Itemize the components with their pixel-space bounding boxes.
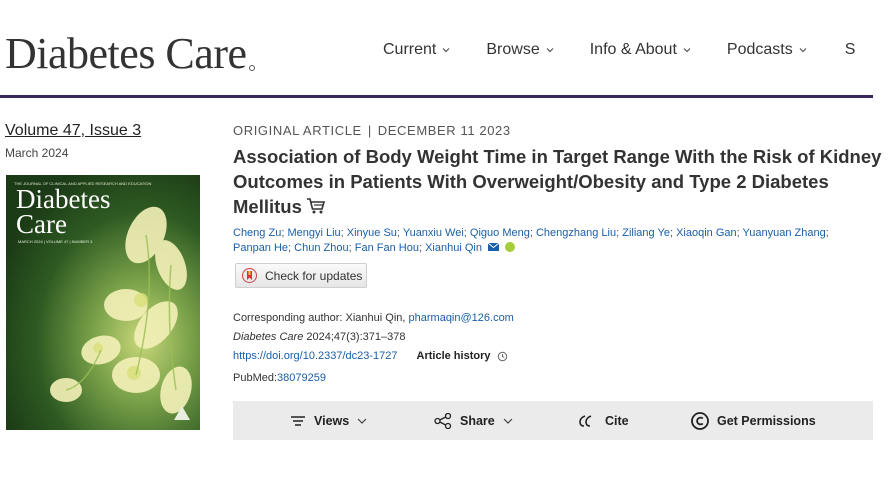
article-title: Association of Body Weight Time in Targe… [233, 144, 883, 219]
chevron-down-icon [357, 418, 367, 424]
corresponding-author: Corresponding author: Xianhui Qin, pharm… [233, 312, 514, 324]
author-link[interactable]: Panpan He [233, 242, 288, 254]
check-for-updates-label: Check for updates [265, 268, 363, 283]
nav-browse[interactable]: Browse [486, 41, 554, 59]
nav-podcasts-label: Podcasts [726, 41, 793, 58]
share-dropdown[interactable]: Share [434, 401, 513, 440]
article-kicker: ORIGINAL ARTICLE | DECEMBER 11 2023 [233, 123, 511, 138]
author-link[interactable]: Ziliang Ye [622, 227, 670, 239]
author-link[interactable]: Cheng Zu [233, 227, 281, 239]
author-link[interactable]: Xinyue Su [347, 227, 397, 239]
citation-detail: 2024;47(3):371–378 [306, 331, 406, 343]
article-title-text: Association of Body Weight Time in Targe… [233, 146, 882, 217]
mail-icon[interactable] [488, 243, 499, 251]
citation-line: Diabetes Care 2024;47(3):371–378 [233, 331, 405, 343]
corresponding-author-label: Corresponding author: Xianhui Qin, [233, 312, 406, 324]
corresponding-email-link[interactable]: pharmaqin@126.com [409, 312, 514, 324]
author-link[interactable]: Fan Fan Hou [355, 242, 419, 254]
doi-row: https://doi.org/10.2337/dc23-1727 Articl… [233, 350, 508, 362]
chevron-down-icon [546, 48, 554, 53]
share-icon [434, 412, 452, 429]
kicker-separator: | [367, 123, 372, 138]
cover-issue-meta: MARCH 2024 | VOLUME 47 | NUMBER 3 [18, 239, 93, 244]
issue-date: March 2024 [5, 146, 69, 160]
author-link[interactable]: Chengzhang Liu [536, 227, 616, 239]
article-history-label: Article history [416, 350, 491, 362]
nav-info-about-label: Info & About [589, 41, 677, 58]
share-label: Share [460, 413, 495, 428]
author-link[interactable]: Yuanxiu Wei [403, 227, 464, 239]
logo-text: Diabetes Care [5, 29, 247, 78]
author-link[interactable]: Xiaoqin Gan [676, 227, 737, 239]
nav-current[interactable]: Current [383, 41, 450, 59]
cover-title: Diabetes Care [16, 186, 110, 239]
author-link[interactable]: Xianhui Qin [425, 242, 482, 254]
check-for-updates-button[interactable]: Check for updates [235, 263, 367, 288]
nav-truncated-item[interactable]: S [845, 41, 856, 59]
author-link[interactable]: Yuanyuan Zhang [743, 227, 826, 239]
chevron-down-icon [799, 48, 807, 53]
article-history-toggle[interactable]: Article history [417, 350, 509, 362]
issue-volume-link[interactable]: Volume 47, Issue 3 [5, 122, 141, 140]
registered-mark-icon: . [248, 65, 255, 71]
doi-link[interactable]: https://doi.org/10.2337/dc23-1727 [233, 350, 398, 362]
crossmark-icon [242, 268, 257, 283]
author-link[interactable]: Mengyi Liu [287, 227, 340, 239]
nav-info-about[interactable]: Info & About [590, 41, 691, 59]
cover-title-line2: Care [16, 209, 67, 239]
copyright-icon [691, 411, 709, 430]
views-label: Views [314, 413, 350, 428]
nav-truncated-label: S [844, 41, 856, 58]
chevron-down-icon [503, 418, 513, 424]
journal-logo[interactable]: Diabetes Care. [5, 28, 255, 79]
chevron-down-icon [683, 48, 691, 53]
article-toolbar: Views Share Cite Get Permissions [233, 401, 873, 440]
quote-icon [579, 414, 592, 427]
citation-journal: Diabetes Care [233, 331, 304, 343]
orcid-icon[interactable] [505, 242, 516, 252]
cite-label: Cite [605, 413, 629, 428]
article-date: DECEMBER 11 2023 [377, 123, 511, 138]
article-type: ORIGINAL ARTICLE [233, 123, 362, 138]
cite-button[interactable]: Cite [579, 401, 629, 440]
nav-podcasts[interactable]: Podcasts [727, 41, 807, 59]
nav-browse-label: Browse [486, 41, 540, 58]
header-divider [0, 95, 873, 98]
views-dropdown[interactable]: Views [290, 401, 367, 440]
author-list: Cheng Zu; Mengyi Liu; Xinyue Su; Yuanxiu… [233, 227, 829, 254]
author-link[interactable]: Qiguo Meng [470, 227, 530, 239]
nav-current-label: Current [383, 41, 437, 58]
history-icon [498, 351, 508, 361]
main-nav: Current Browse Info & About Podcasts S [383, 41, 855, 59]
cart-icon[interactable] [306, 197, 326, 215]
author-link[interactable]: Chun Zhou [294, 242, 348, 254]
pubmed-link[interactable]: 38079259 [277, 372, 326, 384]
get-permissions-label: Get Permissions [717, 413, 816, 428]
pubmed-label: PubMed: [233, 372, 278, 384]
pubmed-line: PubMed:38079259 [233, 372, 326, 384]
get-permissions-button[interactable]: Get Permissions [691, 401, 816, 440]
issue-cover-image[interactable]: THE JOURNAL OF CLINICAL AND APPLIED RESE… [6, 175, 200, 430]
chevron-down-icon [442, 48, 450, 53]
menu-lines-icon [291, 415, 305, 426]
